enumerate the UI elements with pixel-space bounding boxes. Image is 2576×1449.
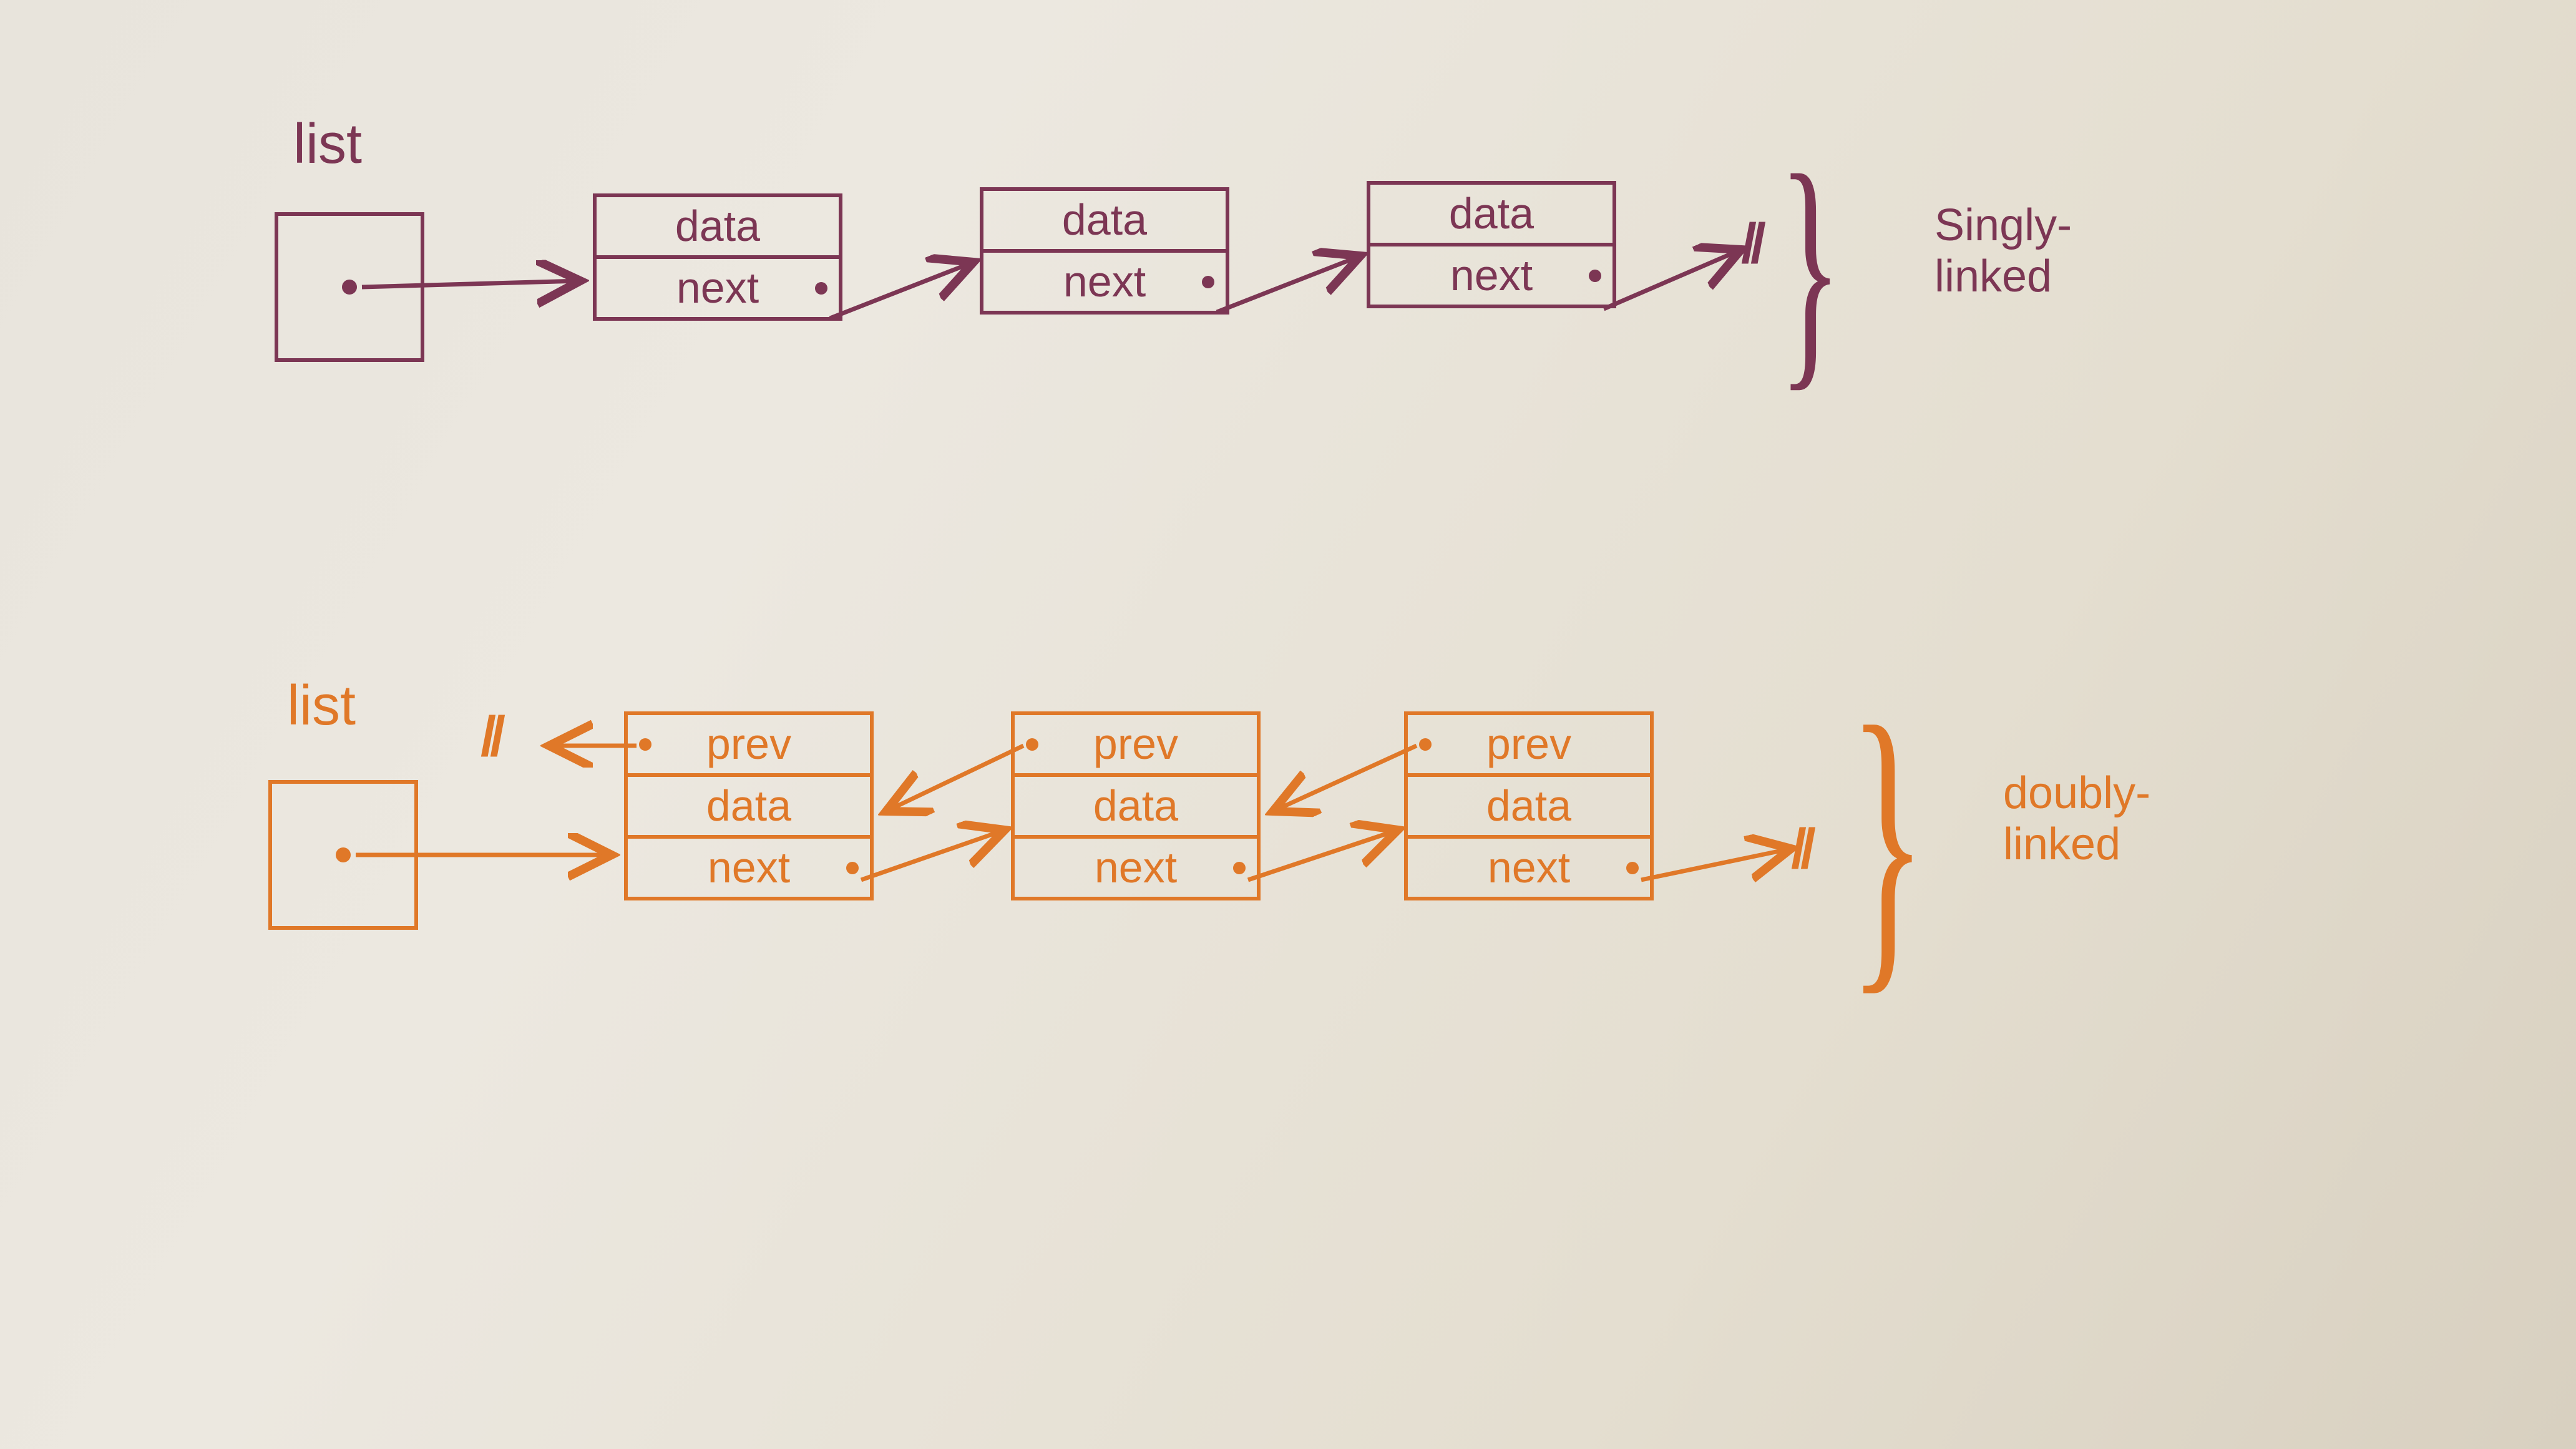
singly-node-1: data next bbox=[593, 193, 842, 321]
singly-list-title: list bbox=[293, 112, 362, 177]
singly-node-2: data next bbox=[980, 187, 1229, 315]
singly-type-label: Singly- linked bbox=[1934, 200, 2072, 302]
singly-node-2-data: data bbox=[983, 191, 1226, 253]
doubly-linked-diagram: list // prev data next prev data next pr… bbox=[0, 624, 2576, 1373]
singly-node-3-next-dot bbox=[1589, 270, 1601, 282]
doubly-node-3-prev-dot bbox=[1419, 738, 1432, 751]
singly-node-1-next-dot bbox=[815, 282, 827, 295]
doubly-node-3: prev data next bbox=[1404, 711, 1654, 900]
singly-null-terminator: // bbox=[1741, 212, 1760, 276]
doubly-node-3-data: data bbox=[1408, 777, 1650, 839]
singly-node-3-data: data bbox=[1370, 185, 1612, 246]
doubly-node-2-prev: prev bbox=[1015, 715, 1257, 777]
doubly-next-null-terminator: // bbox=[1791, 817, 1810, 882]
doubly-node-1-next-dot bbox=[846, 862, 859, 874]
singly-node-1-next: next bbox=[597, 259, 839, 317]
doubly-node-1-data: data bbox=[628, 777, 870, 839]
doubly-node-2: prev data next bbox=[1011, 711, 1261, 900]
singly-linked-diagram: list data next data next data next // } … bbox=[0, 0, 2576, 624]
singly-head-pointer-dot bbox=[342, 280, 357, 295]
singly-head-box bbox=[275, 212, 424, 362]
doubly-node-2-next-dot bbox=[1233, 862, 1246, 874]
doubly-node-2-prev-dot bbox=[1026, 738, 1038, 751]
singly-node-2-next: next bbox=[983, 253, 1226, 311]
doubly-node-1-prev: prev bbox=[628, 715, 870, 777]
doubly-node-2-data: data bbox=[1015, 777, 1257, 839]
doubly-brace: } bbox=[1848, 711, 1926, 971]
doubly-node-3-next: next bbox=[1408, 839, 1650, 897]
doubly-arrows bbox=[0, 624, 2576, 1373]
doubly-node-1: prev data next bbox=[624, 711, 874, 900]
doubly-list-title: list bbox=[287, 674, 356, 738]
doubly-type-label: doubly- linked bbox=[2003, 768, 2150, 870]
doubly-node-1-prev-dot bbox=[639, 738, 651, 751]
singly-node-1-data: data bbox=[597, 197, 839, 259]
singly-brace: } bbox=[1778, 162, 1842, 372]
doubly-node-3-next-dot bbox=[1626, 862, 1639, 874]
doubly-node-2-next: next bbox=[1015, 839, 1257, 897]
doubly-head-box bbox=[268, 780, 418, 930]
singly-node-3: data next bbox=[1367, 181, 1616, 308]
singly-node-3-next: next bbox=[1370, 246, 1612, 305]
doubly-node-3-prev: prev bbox=[1408, 715, 1650, 777]
doubly-node-1-next: next bbox=[628, 839, 870, 897]
doubly-head-pointer-dot bbox=[336, 847, 351, 862]
singly-node-2-next-dot bbox=[1202, 276, 1214, 288]
doubly-prev-null-terminator: // bbox=[481, 705, 499, 769]
